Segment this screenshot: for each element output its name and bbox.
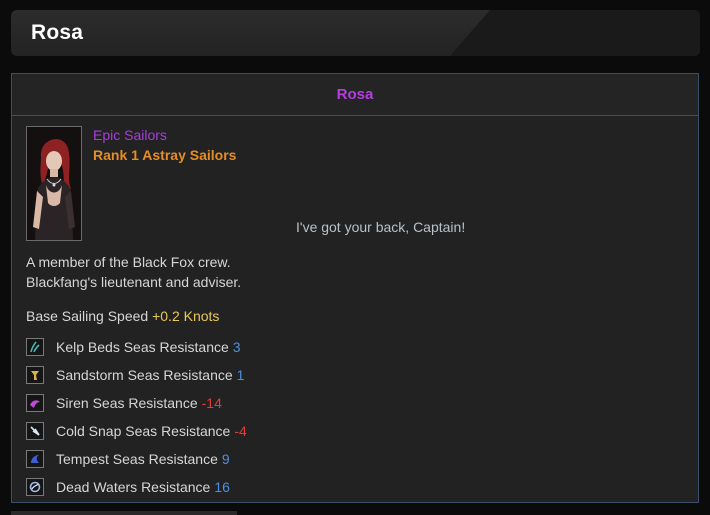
resistance-value: -4 — [234, 423, 247, 439]
resistance-label: Cold Snap Seas Resistance — [56, 423, 231, 439]
titlebar-shade — [450, 10, 700, 56]
resistance-label: Dead Waters Resistance — [56, 479, 211, 495]
base-sailing-speed: Base Sailing Speed +0.2 Knots — [26, 308, 219, 324]
siren-icon — [26, 394, 44, 412]
resistance-row-kelp-beds: Kelp Beds Seas Resistance 3 — [26, 333, 247, 361]
sailor-rank: Rank 1 Astray Sailors — [93, 147, 237, 163]
resistance-row-siren: Siren Seas Resistance -14 — [26, 389, 247, 417]
resistance-list: Kelp Beds Seas Resistance 3 Sandstorm Se… — [26, 333, 247, 501]
sailor-grade: Epic Sailors — [93, 127, 167, 143]
bottom-strip — [11, 511, 237, 515]
resistance-value: 3 — [232, 339, 241, 355]
resistance-row-dead-waters: Dead Waters Resistance 16 — [26, 473, 247, 501]
resistance-label: Tempest Seas Resistance — [56, 451, 218, 467]
sailor-quote: I've got your back, Captain! — [296, 219, 466, 235]
resistance-value: 1 — [236, 367, 245, 383]
sailor-info-window: Rosa Rosa Epic Sailors Rank 1 Astray Sai… — [0, 0, 710, 515]
description-line-1: A member of the Black Fox crew. — [26, 254, 231, 270]
sandstorm-icon — [26, 366, 44, 384]
resistance-label: Sandstorm Seas Resistance — [56, 367, 233, 383]
tempest-icon — [26, 450, 44, 468]
resistance-value: 16 — [214, 479, 230, 495]
sailor-description: A member of the Black Fox crew. Blackfan… — [26, 252, 241, 292]
window-titlebar[interactable]: Rosa — [11, 10, 700, 56]
sailor-name: Rosa — [336, 86, 374, 103]
sailor-portrait — [26, 126, 82, 241]
speed-label: Base Sailing Speed — [26, 308, 149, 324]
sailor-detail-panel: Rosa Epic Sailors Rank 1 Astray Sailors … — [11, 73, 699, 503]
resistance-label: Kelp Beds Seas Resistance — [56, 339, 229, 355]
speed-value: +0.2 Knots — [152, 308, 220, 324]
resistance-row-tempest: Tempest Seas Resistance 9 — [26, 445, 247, 473]
cold-snap-icon — [26, 422, 44, 440]
resistance-row-sandstorm: Sandstorm Seas Resistance 1 — [26, 361, 247, 389]
resistance-row-cold-snap: Cold Snap Seas Resistance -4 — [26, 417, 247, 445]
description-line-2: Blackfang's lieutenant and adviser. — [26, 274, 242, 290]
resistance-value: -14 — [201, 395, 222, 411]
resistance-label: Siren Seas Resistance — [56, 395, 198, 411]
window-title: Rosa — [31, 21, 84, 44]
dead-waters-icon — [26, 478, 44, 496]
resistance-value: 9 — [221, 451, 230, 467]
kelp-beds-icon — [26, 338, 44, 356]
panel-header: Rosa — [12, 74, 698, 116]
portrait-image — [27, 127, 81, 240]
